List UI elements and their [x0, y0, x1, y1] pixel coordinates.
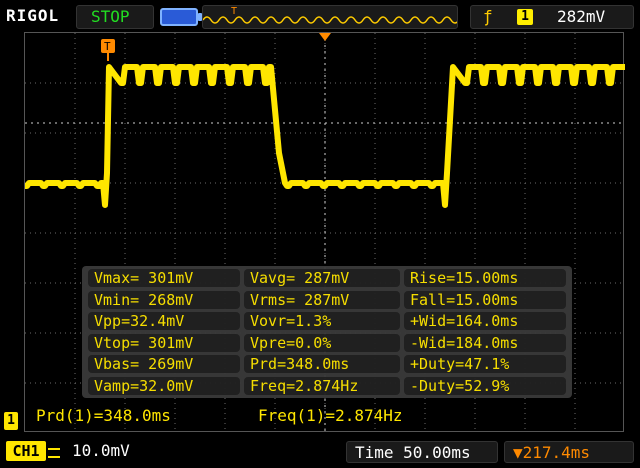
channel-ground-marker[interactable]: 1 — [4, 412, 18, 430]
period-readout: Prd(1)=348.0ms — [36, 406, 171, 425]
dc-coupling-icon — [48, 448, 60, 458]
channel-1-badge[interactable]: CH1 — [6, 441, 46, 461]
memory-waveform-icon: T — [203, 6, 457, 24]
memory-trigger-marker-icon: T — [231, 6, 237, 17]
measurement-cell: Vbas= 269mV — [88, 355, 240, 373]
measurement-cell: Vrms= 287mV — [244, 290, 400, 309]
trigger-position-marker-icon — [319, 33, 331, 41]
bottom-status-bar: CH1 10.0mV Time 50.00ms ▼217.4ms — [0, 436, 640, 468]
frequency-readout: Freq(1)=2.874Hz — [258, 406, 403, 425]
measurement-cell: +Wid=164.0ms — [404, 312, 566, 330]
measurement-cell: Vmax= 301mV — [88, 269, 240, 287]
measurement-cell: -Duty=52.9% — [404, 376, 566, 395]
trigger-time-marker-label: T — [104, 40, 111, 53]
measurement-cell: Vovr=1.3% — [244, 312, 400, 330]
timebase[interactable]: Time 50.00ms — [346, 441, 498, 463]
memory-overview[interactable]: T — [202, 5, 458, 29]
battery-icon — [160, 8, 202, 26]
measurement-cell: Vpp=32.4mV — [88, 312, 240, 330]
run-stop-button[interactable]: STOP — [76, 5, 154, 29]
measurement-cell: -Wid=184.0ms — [404, 333, 566, 352]
brand-logo: RIGOL — [6, 6, 60, 25]
measurement-cell: Prd=348.0ms — [244, 355, 400, 373]
measurement-cell: +Duty=47.1% — [404, 355, 566, 373]
trigger-settings[interactable]: ƒ 1 282mV — [470, 5, 634, 29]
measurement-cell: Rise=15.00ms — [404, 269, 566, 287]
run-state-label: STOP — [91, 7, 130, 26]
trigger-offset[interactable]: ▼217.4ms — [504, 441, 634, 463]
trigger-channel-badge: 1 — [517, 9, 533, 25]
measurement-cell: Vavg= 287mV — [244, 269, 400, 287]
volts-per-div[interactable]: 10.0mV — [72, 441, 130, 460]
edge-rising-icon: ƒ — [483, 7, 493, 26]
measurement-cell: Vamp=32.0mV — [88, 376, 240, 395]
measurement-cell: Vtop= 301mV — [88, 333, 240, 352]
measurement-cell: Freq=2.874Hz — [244, 376, 400, 395]
measurement-cell: Vmin= 268mV — [88, 290, 240, 309]
top-status-bar: RIGOL STOP T ƒ 1 282mV — [0, 0, 640, 32]
measurement-panel: Vmax= 301mV Vavg= 287mV Rise=15.00ms Vmin= … — [82, 266, 572, 398]
measurement-cell: Vpre=0.0% — [244, 333, 400, 352]
measurement-cell: Fall=15.00ms — [404, 290, 566, 309]
trigger-level: 282mV — [557, 7, 606, 26]
